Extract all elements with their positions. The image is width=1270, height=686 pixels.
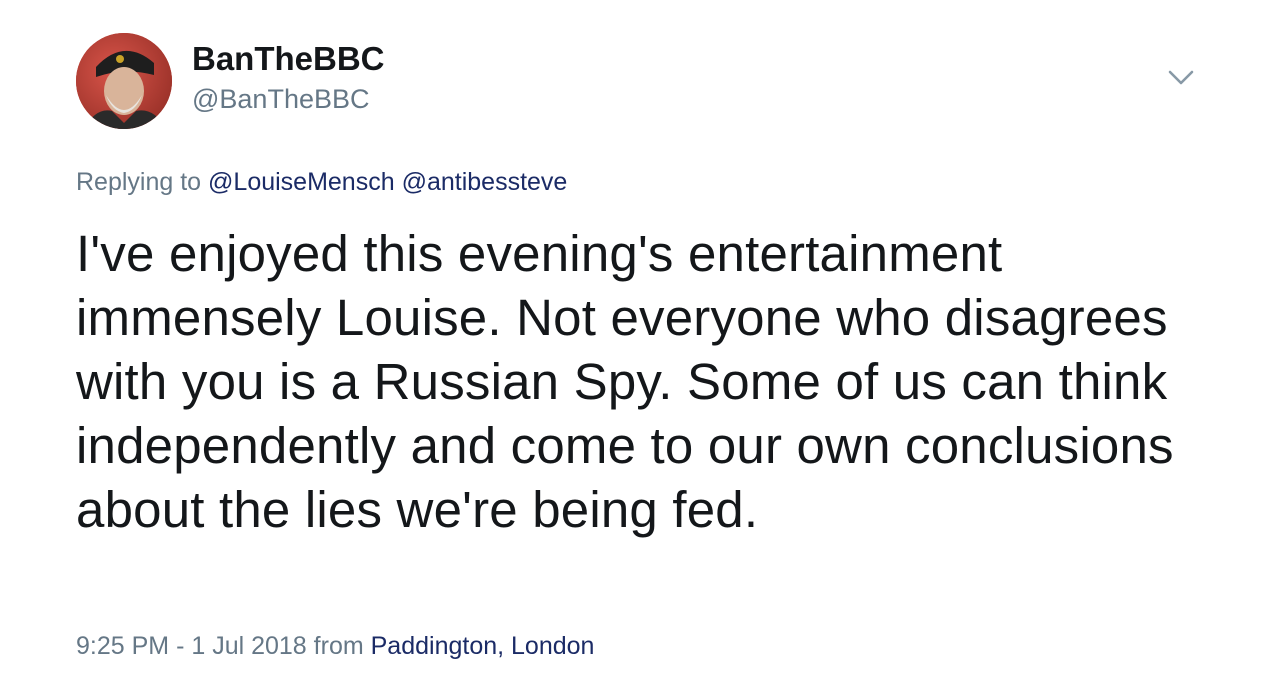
mention-link[interactable]: @LouiseMensch (208, 168, 395, 196)
from-label: from (313, 632, 364, 660)
location-link[interactable]: Paddington, London (371, 632, 595, 660)
replying-to-label: Replying to (76, 168, 202, 196)
user-handle[interactable]: @BanTheBBC (192, 82, 370, 116)
display-name[interactable]: BanTheBBC (192, 38, 385, 80)
chevron-down-icon[interactable] (1166, 64, 1196, 90)
tweet-text: I've enjoyed this evening's entertainmen… (76, 225, 1174, 538)
tweet-meta: 9:25 PM - 1 Jul 2018 from Paddington, Lo… (76, 630, 594, 662)
tweet: BanTheBBC @BanTheBBC Replying to @Louise… (0, 0, 1270, 686)
meta-separator: - (176, 632, 185, 660)
mention-link[interactable]: @antibessteve (402, 168, 568, 196)
tweet-time[interactable]: 9:25 PM (76, 632, 169, 660)
replying-to: Replying to @LouiseMensch @antibessteve (76, 166, 567, 198)
tweet-date[interactable]: 1 Jul 2018 (191, 632, 306, 660)
avatar[interactable] (76, 33, 172, 129)
